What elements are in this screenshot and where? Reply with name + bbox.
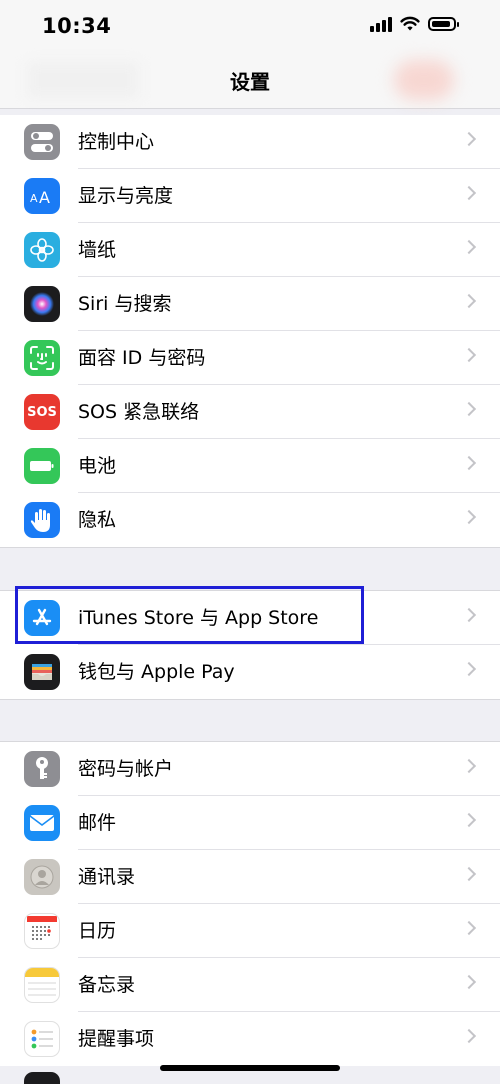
- settings-row-label: 隐私: [78, 509, 117, 531]
- wallet-icon: [24, 654, 60, 690]
- chevron-right-icon: [461, 974, 477, 990]
- settings-row-label: 墙纸: [78, 239, 117, 261]
- svg-text:A: A: [39, 188, 50, 206]
- chevron-right-icon: [461, 293, 477, 309]
- next-row-icon-partial: [24, 1072, 60, 1084]
- settings-row-label: 提醒事项: [78, 1028, 155, 1050]
- chevron-right-icon: [461, 509, 477, 525]
- chevron-right-icon: [461, 812, 477, 828]
- settings-row-label: 控制中心: [78, 131, 155, 153]
- battery-status-icon: [428, 17, 459, 31]
- settings-group-3: 密码与帐户 邮件 通讯录 日历 备忘录 提醒事项: [0, 741, 500, 1066]
- reminders-icon: [24, 1021, 60, 1057]
- settings-row-display-brightness[interactable]: A A 显示与亮度: [0, 169, 500, 223]
- chevron-right-icon: [461, 661, 477, 677]
- settings-row-sos[interactable]: SOS SOS 紧急联络: [0, 385, 500, 439]
- sos-icon-text: SOS: [27, 404, 57, 420]
- settings-row-passwords-accounts[interactable]: 密码与帐户: [0, 742, 500, 796]
- settings-row-battery[interactable]: 电池: [0, 439, 500, 493]
- highlight-annotation-box: [15, 586, 364, 644]
- notes-icon: [24, 967, 60, 1003]
- sos-icon: SOS: [24, 394, 60, 430]
- settings-row-label: 邮件: [78, 812, 117, 834]
- wifi-icon: [400, 16, 420, 31]
- settings-row-label: SOS 紧急联络: [78, 401, 200, 423]
- battery-icon: [24, 448, 60, 484]
- svg-text:A: A: [30, 192, 38, 205]
- status-bar: 10:34: [0, 0, 500, 52]
- settings-row-siri-search[interactable]: Siri 与搜索: [0, 277, 500, 331]
- settings-row-notes[interactable]: 备忘录: [0, 958, 500, 1012]
- chevron-right-icon: [461, 866, 477, 882]
- navigation-bar: 设置: [0, 52, 500, 109]
- face-id-icon: [24, 340, 60, 376]
- home-indicator[interactable]: [160, 1065, 340, 1071]
- status-time: 10:34: [42, 14, 112, 38]
- settings-row-label: Siri 与搜索: [78, 293, 172, 315]
- settings-group-1: 控制中心 A A 显示与亮度 墙纸 Siri 与搜索 面容 ID 与密码 SOS…: [0, 115, 500, 548]
- settings-row-control-center[interactable]: 控制中心: [0, 115, 500, 169]
- settings-row-privacy[interactable]: 隐私: [0, 493, 500, 547]
- chevron-right-icon: [461, 347, 477, 363]
- control-center-icon: [24, 124, 60, 160]
- chevron-right-icon: [461, 131, 477, 147]
- settings-row-wallpaper[interactable]: 墙纸: [0, 223, 500, 277]
- settings-row-label: 日历: [78, 920, 117, 942]
- page-title: 设置: [230, 70, 270, 94]
- settings-row-reminders[interactable]: 提醒事项: [0, 1012, 500, 1066]
- contacts-icon: [24, 859, 60, 895]
- cellular-signal-icon: [370, 16, 392, 32]
- settings-row-label: 钱包与 Apple Pay: [78, 661, 235, 683]
- display-brightness-icon: A A: [24, 178, 60, 214]
- settings-row-contacts[interactable]: 通讯录: [0, 850, 500, 904]
- chevron-right-icon: [461, 1028, 477, 1044]
- settings-row-wallet[interactable]: 钱包与 Apple Pay: [0, 645, 500, 699]
- chevron-right-icon: [461, 239, 477, 255]
- wallpaper-icon: [24, 232, 60, 268]
- privacy-hand-icon: [24, 502, 60, 538]
- siri-icon: [24, 286, 60, 322]
- chevron-right-icon: [461, 185, 477, 201]
- key-icon: [24, 751, 60, 787]
- settings-row-label: 电池: [78, 455, 117, 477]
- settings-row-mail[interactable]: 邮件: [0, 796, 500, 850]
- calendar-icon: [24, 913, 60, 949]
- settings-row-calendar[interactable]: 日历: [0, 904, 500, 958]
- settings-row-face-id[interactable]: 面容 ID 与密码: [0, 331, 500, 385]
- settings-row-label: 显示与亮度: [78, 185, 174, 207]
- settings-row-label: 密码与帐户: [78, 758, 174, 780]
- settings-row-label: 备忘录: [78, 974, 136, 996]
- status-icons: [370, 16, 459, 32]
- mail-icon: [24, 805, 60, 841]
- chevron-right-icon: [461, 455, 477, 471]
- settings-row-label: 面容 ID 与密码: [78, 347, 206, 369]
- chevron-right-icon: [461, 607, 477, 623]
- settings-row-label: 通讯录: [78, 866, 136, 888]
- chevron-right-icon: [461, 401, 477, 417]
- chevron-right-icon: [461, 758, 477, 774]
- chevron-right-icon: [461, 920, 477, 936]
